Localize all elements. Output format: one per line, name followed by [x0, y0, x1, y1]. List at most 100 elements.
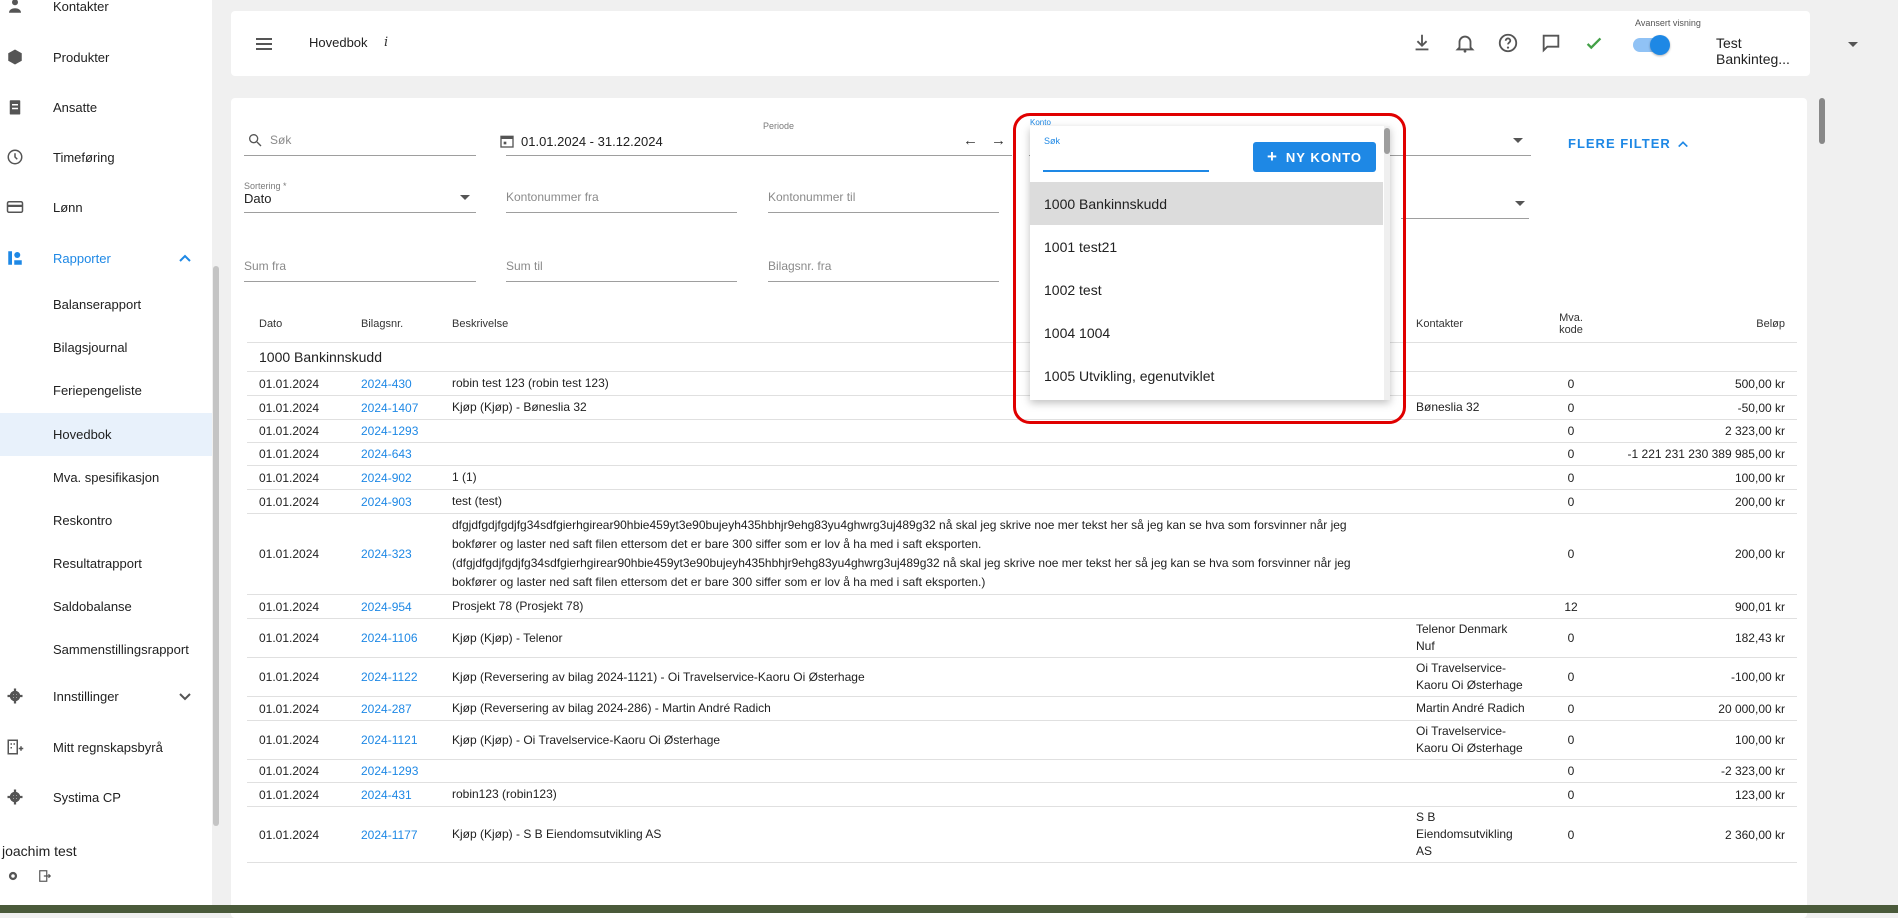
row-voucher[interactable]: 2024-1106	[349, 618, 440, 658]
sidebar-scrollbar[interactable]	[213, 266, 219, 826]
account-to-field[interactable]: Kontonummer til	[768, 184, 999, 213]
row-description: Kjøp (Reversering av bilag 2024-286) - M…	[440, 696, 1404, 721]
download-icon[interactable]	[1411, 32, 1433, 54]
col-date[interactable]: Dato	[247, 306, 349, 343]
table-row[interactable]: 01.01.2024 2024-431 robin123 (robin123) 0 12…	[247, 782, 1797, 807]
sidebar-item-kontakter[interactable]: Kontakter	[0, 0, 212, 28]
account-to-placeholder: Kontonummer til	[768, 190, 856, 204]
chevron-down-icon[interactable]	[1513, 138, 1523, 143]
previous-period-arrow[interactable]: ←	[963, 132, 978, 149]
sidebar-item-systima-cp[interactable]: Systima CP	[0, 775, 212, 819]
table-row[interactable]: 01.01.2024 2024-1293 0 2 323,00 kr	[247, 419, 1797, 443]
contacts-icon	[6, 0, 24, 15]
row-voucher[interactable]: 2024-954	[349, 594, 440, 619]
sidebar-subitem-balanserapport[interactable]: Balanserapport	[0, 283, 212, 326]
extra-select[interactable]	[1401, 190, 1529, 219]
row-voucher[interactable]: 2024-643	[349, 442, 440, 466]
sidebar-subitem-resultatrapport[interactable]: Resultatrapport	[0, 542, 212, 585]
sidebar-item-timeforing[interactable]: Timeføring	[0, 135, 212, 179]
row-voucher[interactable]: 2024-1121	[349, 720, 440, 760]
advanced-view-toggle[interactable]	[1633, 35, 1670, 55]
logout-icon[interactable]	[38, 869, 52, 883]
sum-to-field[interactable]: Sum til	[506, 253, 737, 282]
row-voucher[interactable]: 2024-323	[349, 513, 440, 595]
row-contact	[1404, 419, 1540, 443]
next-period-arrow[interactable]: →	[991, 132, 1006, 149]
row-date: 01.01.2024	[247, 513, 349, 595]
sidebar-subitem-reskontro[interactable]: Reskontro	[0, 499, 212, 542]
help-icon[interactable]	[1497, 32, 1519, 54]
chevron-down-icon[interactable]	[1848, 42, 1858, 47]
row-amount: -1 221 231 230 389 985,00 kr	[1602, 442, 1797, 466]
col-vat[interactable]: Mva. kode	[1540, 306, 1602, 343]
company-selector[interactable]: Test Bankinteg...	[1716, 35, 1810, 67]
table-row[interactable]: 01.01.2024 2024-954 Prosjekt 78 (Prosjekt …	[247, 594, 1797, 619]
settings-icon[interactable]	[6, 869, 20, 883]
page-title: Hovedbok	[309, 35, 368, 50]
sidebar-subitem-bilagsjournal[interactable]: Bilagsjournal	[0, 326, 212, 369]
row-description: test (test)	[440, 489, 1404, 514]
row-voucher[interactable]: 2024-1407	[349, 395, 440, 420]
period-field[interactable]: Periode 01.01.2024 - 31.12.2024 ← →	[500, 121, 1012, 156]
chat-icon[interactable]	[1540, 32, 1562, 54]
search-field[interactable]: Søk	[244, 127, 476, 156]
table-row[interactable]: 01.01.2024 2024-903 test (test) 0 200,00 kr	[247, 489, 1797, 514]
sidebar-subitem-feriepengeliste[interactable]: Feriepengeliste	[0, 369, 212, 412]
sidebar-subitem-sammenstillingsrapport[interactable]: Sammenstillingsrapport	[0, 628, 212, 671]
table-row[interactable]: 01.01.2024 2024-1106 Kjøp (Kjøp) - Telenor…	[247, 618, 1797, 658]
row-voucher[interactable]: 2024-1293	[349, 419, 440, 443]
gear-icon	[6, 687, 24, 705]
row-amount: 182,43 kr	[1602, 618, 1797, 658]
col-amount[interactable]: Beløp	[1602, 306, 1797, 343]
sidebar-item-lonn[interactable]: Lønn	[0, 185, 212, 229]
row-description: Prosjekt 78 (Prosjekt 78)	[440, 594, 1404, 619]
row-voucher[interactable]: 2024-903	[349, 489, 440, 514]
check-icon[interactable]	[1583, 32, 1605, 54]
row-date: 01.01.2024	[247, 371, 349, 396]
sidebar-item-ansatte[interactable]: Ansatte	[0, 85, 212, 129]
sidebar-item-rapporter[interactable]: Rapporter	[0, 236, 212, 280]
sort-select[interactable]: Sortering * Dato	[244, 181, 476, 213]
main-scrollbar[interactable]	[1819, 98, 1825, 144]
sum-from-field[interactable]: Sum fra	[244, 253, 476, 282]
table-row[interactable]: 01.01.2024 2024-902 1 (1) 0 100,00 kr	[247, 465, 1797, 490]
row-voucher[interactable]: 2024-287	[349, 696, 440, 721]
row-vat: 0	[1540, 489, 1602, 514]
table-row[interactable]: 01.01.2024 2024-1293 0 -2 323,00 kr	[247, 759, 1797, 783]
col-contacts[interactable]: Kontakter	[1404, 306, 1540, 343]
menu-icon[interactable]	[255, 35, 273, 53]
table-row[interactable]: 01.01.2024 2024-323 dfgjdfgdjfgdjfg34sdfgi…	[247, 513, 1797, 595]
sidebar-subitem-hovedbok[interactable]: Hovedbok	[0, 413, 212, 456]
row-voucher[interactable]: 2024-1177	[349, 806, 440, 863]
sidebar: Kontakter Produkter Ansatte Timeføring L…	[0, 0, 212, 913]
row-voucher[interactable]: 2024-430	[349, 371, 440, 396]
table-row[interactable]: 01.01.2024 2024-1122 Kjøp (Reversering av …	[247, 657, 1797, 697]
bell-icon[interactable]	[1454, 32, 1476, 54]
col-voucher[interactable]: Bilagsnr.	[349, 306, 440, 343]
account-from-field[interactable]: Kontonummer fra	[506, 184, 737, 213]
badge-icon	[6, 98, 24, 116]
table-row[interactable]: 01.01.2024 2024-1177 Kjøp (Kjøp) - S B Eie…	[247, 806, 1797, 863]
sidebar-subitem-mva[interactable]: Mva. spesifikasjon	[0, 456, 212, 499]
info-icon[interactable]: i	[384, 35, 388, 50]
sidebar-item-label: Ansatte	[53, 99, 98, 115]
sidebar-subitem-saldobalanse[interactable]: Saldobalanse	[0, 585, 212, 628]
sidebar-item-mitt-regnskapsbyra[interactable]: Mitt regnskapsbyrå	[0, 725, 212, 769]
table-row[interactable]: 01.01.2024 2024-1121 Kjøp (Kjøp) - Oi Trav…	[247, 720, 1797, 760]
sidebar-subitem-label: Hovedbok	[53, 427, 112, 442]
row-date: 01.01.2024	[247, 806, 349, 863]
table-row[interactable]: 01.01.2024 2024-643 0 -1 221 231 230 389 98…	[247, 442, 1797, 466]
row-date: 01.01.2024	[247, 657, 349, 697]
row-voucher[interactable]: 2024-431	[349, 782, 440, 807]
sidebar-item-innstillinger[interactable]: Innstillinger	[0, 674, 212, 718]
row-vat: 0	[1540, 442, 1602, 466]
row-date: 01.01.2024	[247, 759, 349, 783]
voucher-from-field[interactable]: Bilagsnr. fra	[768, 253, 999, 282]
sidebar-item-produkter[interactable]: Produkter	[0, 35, 212, 79]
row-voucher[interactable]: 2024-902	[349, 465, 440, 490]
more-filters-button[interactable]: FLERE FILTER	[1568, 136, 1689, 151]
sort-value: Dato	[244, 191, 272, 206]
table-row[interactable]: 01.01.2024 2024-287 Kjøp (Reversering av b…	[247, 696, 1797, 721]
row-voucher[interactable]: 2024-1122	[349, 657, 440, 697]
row-voucher[interactable]: 2024-1293	[349, 759, 440, 783]
